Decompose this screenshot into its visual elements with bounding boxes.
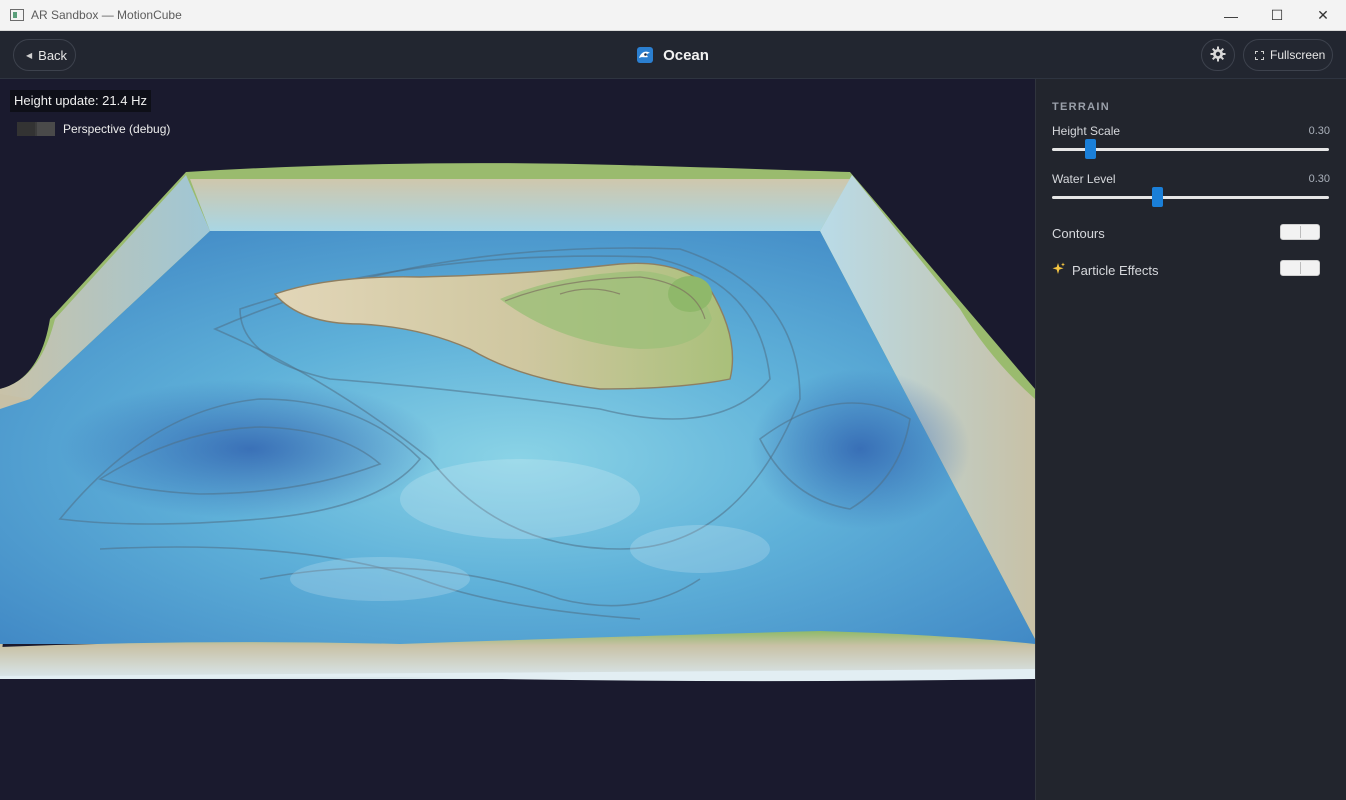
sparkle-icon <box>1052 262 1066 279</box>
sandbox-viewport[interactable]: Height update: 21.4 Hz Perspective (debu… <box>0 79 1035 800</box>
minimize-button[interactable]: — <box>1208 0 1254 31</box>
contours-toggle[interactable] <box>1280 224 1320 240</box>
gear-icon <box>1210 46 1226 65</box>
particle-effects-label: Particle Effects <box>1072 263 1159 278</box>
window-title: AR Sandbox — MotionCube <box>31 8 182 22</box>
wave-icon <box>637 47 654 63</box>
height-scale-thumb[interactable] <box>1085 139 1097 159</box>
app-header: ◀ Back Ocean Fullscreen <box>0 31 1346 79</box>
back-label: Back <box>38 47 68 63</box>
settings-panel: TERRAIN Height Scale 0.30 Water Level 0.… <box>1035 79 1346 800</box>
water-level-thumb[interactable] <box>1151 187 1163 207</box>
height-update-badge: Height update: 21.4 Hz <box>10 90 151 112</box>
height-scale-label: Height Scale <box>1052 124 1121 138</box>
particle-effects-toggle[interactable] <box>1280 260 1320 276</box>
water-level-label: Water Level <box>1052 172 1116 186</box>
water-level-value: 0.30 <box>1308 173 1330 185</box>
perspective-label: Perspective (debug) <box>63 122 171 136</box>
height-scale-value: 0.30 <box>1308 125 1330 137</box>
fullscreen-label: Fullscreen <box>1270 48 1326 62</box>
window-titlebar: AR Sandbox — MotionCube — ☐ ✕ <box>0 0 1346 31</box>
perspective-toggle[interactable] <box>17 122 55 136</box>
settings-button[interactable] <box>1201 39 1235 71</box>
perspective-debug-row[interactable]: Perspective (debug) <box>17 122 170 136</box>
contours-label: Contours <box>1052 226 1105 241</box>
particle-effects-row: Particle Effects <box>1052 262 1158 279</box>
maximize-button[interactable]: ☐ <box>1254 0 1300 31</box>
mode-title: Ocean <box>663 46 709 64</box>
close-button[interactable]: ✕ <box>1300 0 1346 31</box>
section-title-terrain: TERRAIN <box>1052 101 1110 113</box>
terrain-render <box>0 163 1035 682</box>
triangle-left-icon: ◀ <box>26 50 33 60</box>
fullscreen-button[interactable]: Fullscreen <box>1243 39 1333 71</box>
water-level-slider[interactable] <box>1052 187 1329 207</box>
app-icon <box>10 9 24 21</box>
window-controls: — ☐ ✕ <box>1208 0 1346 31</box>
height-scale-slider[interactable] <box>1052 139 1329 159</box>
mode-title-group: Ocean <box>0 31 1346 79</box>
fullscreen-icon <box>1255 50 1264 60</box>
back-button[interactable]: ◀ Back <box>13 39 76 71</box>
